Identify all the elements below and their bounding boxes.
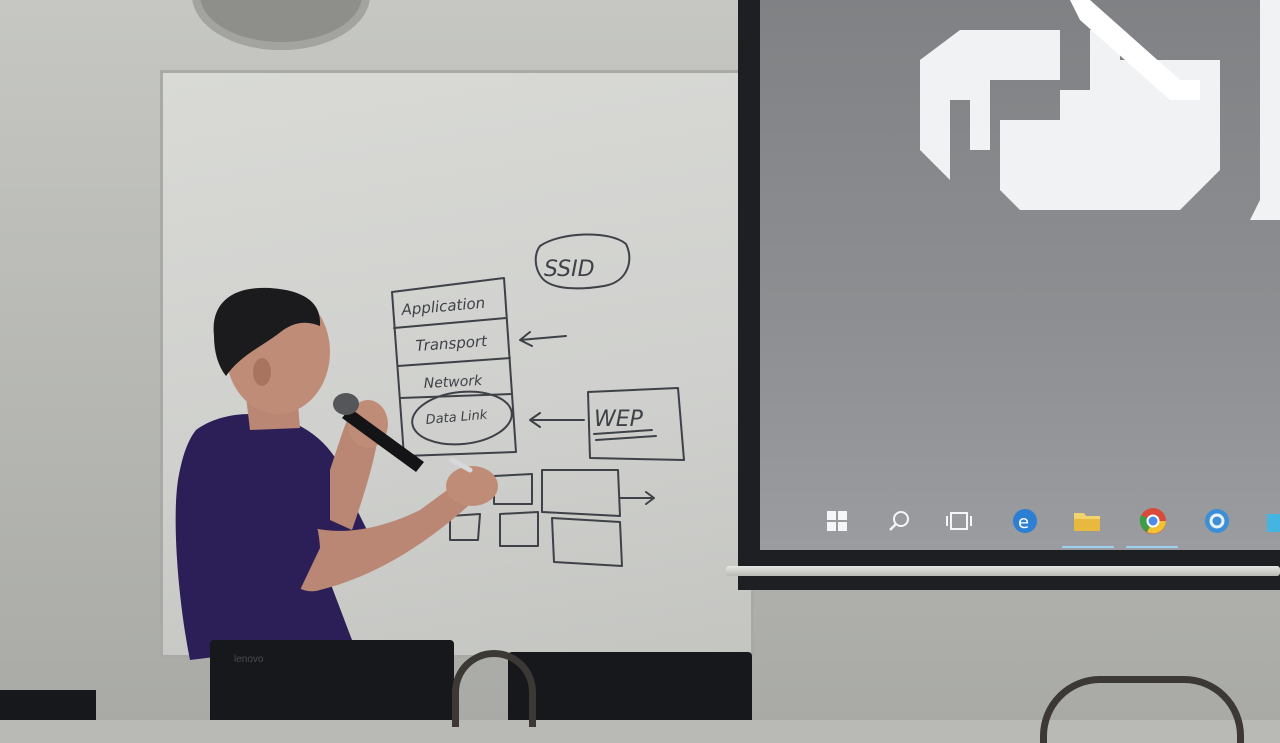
chair-back-left	[452, 650, 536, 727]
presenter-right-hand	[446, 466, 498, 506]
laptop-left: lenovo	[210, 640, 454, 720]
laptop-edge	[0, 690, 96, 720]
presenter	[175, 287, 498, 660]
laptop-brand-label: lenovo	[234, 654, 264, 665]
microphone-head	[333, 393, 359, 415]
presenter-ear	[253, 358, 271, 386]
laptop-right	[508, 652, 752, 720]
chair-back-right	[1040, 676, 1244, 743]
